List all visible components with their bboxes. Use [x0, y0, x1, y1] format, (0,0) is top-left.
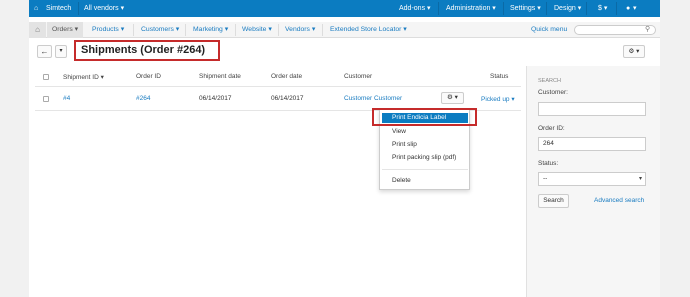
customer-link[interactable]: Customer Customer: [344, 95, 402, 102]
menu-item-view[interactable]: View: [392, 128, 406, 135]
chevron-down-icon: ▾: [639, 176, 643, 182]
shipment-date: 06/14/2017: [199, 95, 232, 102]
menu-item-print-slip[interactable]: Print slip: [392, 141, 417, 148]
menu-item-print-packing-slip[interactable]: Print packing slip (pdf): [392, 154, 456, 161]
status-label: Status:: [538, 160, 559, 167]
settings-gear-button[interactable]: ⚙ ▾: [623, 45, 645, 58]
menu-divider: [382, 169, 468, 170]
sidebar-heading: SEARCH: [538, 78, 561, 84]
search-button[interactable]: Search: [538, 194, 569, 208]
divider: [503, 2, 504, 15]
tools-dropdown-button[interactable]: ▾: [55, 45, 67, 58]
divider: [616, 2, 617, 15]
divider: [185, 24, 186, 36]
col-order-date: Order date: [271, 73, 303, 80]
menu-website[interactable]: Website ▾: [242, 22, 272, 38]
search-sidebar: SEARCH Customer: Order ID: 264 Status: -…: [526, 66, 660, 297]
app-frame: ⌂ Simtech All vendors ▾ Add-ons ▾ Admini…: [29, 0, 660, 297]
col-shipment-date: Shipment date: [199, 73, 241, 80]
status-dropdown[interactable]: Picked up ▾: [481, 95, 515, 103]
menu-customers[interactable]: Customers ▾: [141, 22, 179, 38]
user-icon[interactable]: ●: [626, 0, 630, 17]
settings-menu[interactable]: Settings ▾: [510, 0, 541, 17]
customer-field[interactable]: [538, 102, 646, 116]
menu-marketing[interactable]: Marketing ▾: [193, 22, 228, 38]
menu-products[interactable]: Products ▾: [92, 22, 124, 38]
customer-label: Customer:: [538, 89, 568, 96]
divider: [235, 24, 236, 36]
divider: [546, 2, 547, 15]
top-bar: ⌂ Simtech All vendors ▾ Add-ons ▾ Admini…: [29, 0, 660, 17]
home-tab-icon[interactable]: ⌂: [29, 22, 46, 38]
user-menu-caret[interactable]: ▾: [633, 0, 637, 17]
order-id-field[interactable]: 264: [538, 137, 646, 151]
row-checkbox[interactable]: [43, 96, 49, 102]
row-actions-button[interactable]: ⚙ ▾: [441, 92, 464, 104]
addons-menu[interactable]: Add-ons ▾: [399, 0, 431, 17]
menu-item-delete[interactable]: Delete: [392, 177, 411, 184]
col-shipment-id[interactable]: Shipment ID ▾: [63, 73, 104, 81]
print-label-highlight-box: [372, 108, 477, 126]
table-header-divider: [35, 86, 521, 87]
administration-menu[interactable]: Administration ▾: [446, 0, 496, 17]
menu-orders[interactable]: Orders ▾: [47, 22, 83, 38]
main-menu: ⌂ Orders ▾ Products ▾ Customers ▾ Market…: [29, 22, 660, 38]
advanced-search-link[interactable]: Advanced search: [594, 197, 644, 204]
divider: [322, 24, 323, 36]
brand-link[interactable]: Simtech: [46, 0, 71, 17]
currency-menu[interactable]: $ ▾: [598, 0, 607, 17]
quick-search-input[interactable]: [574, 25, 656, 35]
divider: [133, 24, 134, 36]
quick-menu-link[interactable]: Quick menu: [531, 22, 567, 38]
col-order-id: Order ID: [136, 73, 161, 80]
home-icon[interactable]: ⌂: [34, 0, 38, 17]
col-customer: Customer: [344, 73, 373, 80]
status-select[interactable]: --: [538, 172, 646, 186]
select-all-checkbox[interactable]: [43, 74, 49, 80]
menu-store-locator[interactable]: Extended Store Locator ▾: [330, 22, 407, 38]
col-status: Status: [490, 73, 509, 80]
title-highlight-box: [74, 40, 220, 61]
divider: [586, 2, 587, 15]
order-date: 06/14/2017: [271, 95, 304, 102]
shipment-id-link[interactable]: #4: [63, 95, 70, 102]
vendor-select[interactable]: All vendors ▾: [84, 0, 124, 17]
divider: [278, 24, 279, 36]
divider: [78, 2, 79, 15]
divider: [438, 2, 439, 15]
order-id-label: Order ID:: [538, 125, 565, 132]
search-icon[interactable]: ⚲: [645, 25, 650, 33]
order-id-link[interactable]: #264: [136, 95, 150, 102]
back-button[interactable]: ←: [37, 45, 52, 58]
menu-vendors[interactable]: Vendors ▾: [285, 22, 315, 38]
design-menu[interactable]: Design ▾: [554, 0, 581, 17]
